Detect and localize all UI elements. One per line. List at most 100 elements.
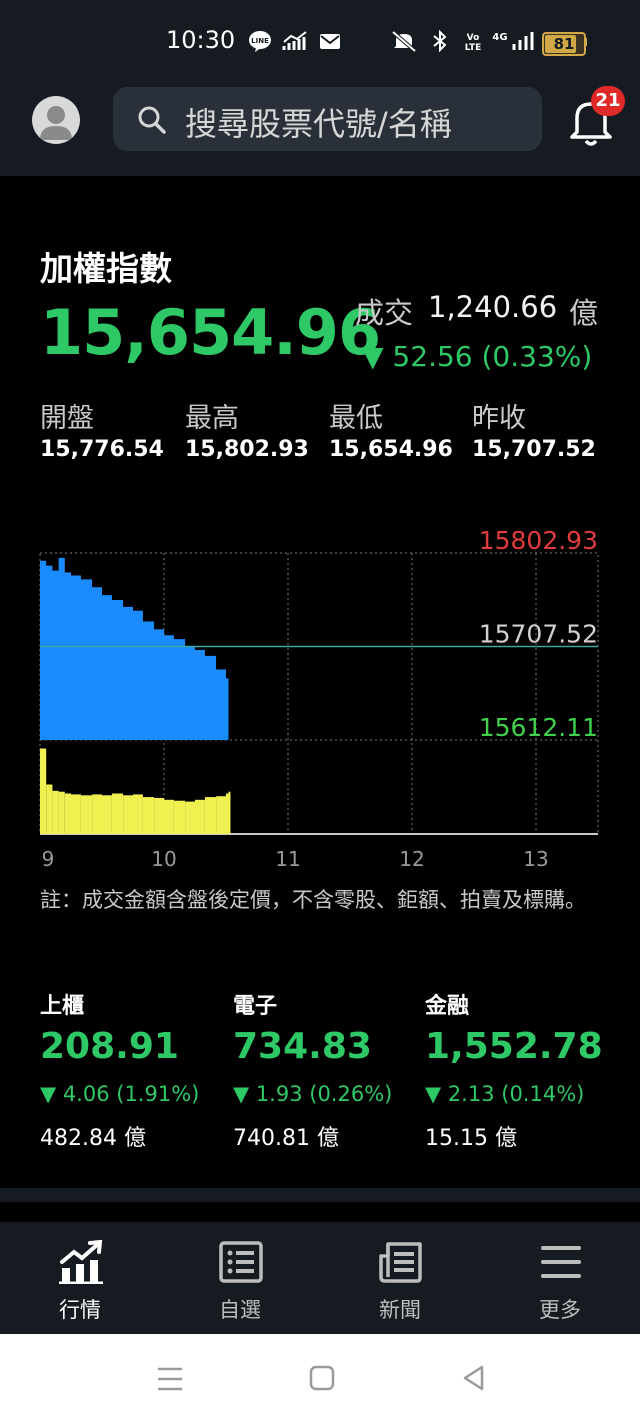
y-label-reference: 15707.52: [479, 620, 598, 649]
x-tick-label: 12: [399, 847, 424, 871]
mail-icon: [320, 34, 340, 49]
sub-index-name: 金融: [425, 994, 470, 1019]
high-label: 最高: [185, 403, 239, 434]
sub-index-name: 電子: [233, 994, 278, 1019]
volume-bar: [92, 794, 102, 834]
nav-tab-market[interactable]: 行情: [0, 1222, 160, 1334]
news-icon: [379, 1242, 422, 1283]
status-time: 10:30: [166, 26, 236, 54]
menu-icon: [541, 1246, 581, 1278]
volume-bar: [133, 794, 143, 834]
battery-percent: 81: [553, 35, 575, 53]
volume-bar: [142, 797, 155, 834]
volume-bar: [71, 794, 81, 834]
volume-bar: [216, 796, 226, 834]
volume-bar: [52, 790, 59, 834]
volume-bar: [58, 791, 65, 834]
status-bar: 10:30 LINE Vo LTE 4G 81: [0, 0, 640, 84]
x-tick-label: 13: [523, 847, 548, 871]
volume-bar: [64, 793, 71, 834]
sub-index-price: 1,552.78: [425, 1026, 603, 1067]
volume-bar: [80, 795, 93, 834]
nav-label-news: 新聞: [379, 1298, 421, 1322]
sub-index-volume: 740.81 億: [233, 1126, 339, 1151]
y-label-high: 15802.93: [479, 526, 598, 555]
mute-icon: [391, 30, 417, 52]
prev-close-label: 昨收: [472, 403, 526, 434]
market-chart-icon: [59, 1240, 103, 1284]
nav-label-market: 行情: [59, 1298, 101, 1322]
avatar-person-icon: [40, 106, 72, 140]
sub-index-volume: 15.15 億: [425, 1126, 517, 1151]
volume-bar: [228, 791, 231, 834]
volume-bar: [46, 784, 53, 834]
open-label: 開盤: [40, 403, 94, 434]
volume-unit: 億: [569, 296, 599, 330]
volume-bars: [40, 748, 231, 834]
app-header: 搜尋股票代號/名稱 21: [0, 84, 640, 176]
volume-value: 1,240.66: [428, 290, 558, 324]
volume-bar: [111, 793, 124, 834]
prev-close-value: 15,707.52: [472, 437, 596, 462]
low-value: 15,654.96: [329, 437, 453, 462]
sub-index-name: 上櫃: [40, 994, 85, 1019]
volume-bar: [102, 795, 112, 834]
volume-bar: [226, 793, 229, 834]
nav-tab-watchlist[interactable]: 自選: [160, 1222, 320, 1334]
svg-text:LTE: LTE: [465, 43, 482, 52]
x-tick-label: 9: [42, 847, 55, 871]
bottom-navigation: 行情 自選 新聞 更多: [0, 1222, 640, 1334]
sub-index-volume: 482.84 億: [40, 1126, 146, 1151]
nav-tab-more[interactable]: 更多: [480, 1222, 640, 1334]
x-tick-label: 10: [151, 847, 176, 871]
index-change: ▼ 52.56 (0.33%): [362, 340, 593, 373]
back-icon[interactable]: [460, 1364, 488, 1392]
line-icon: LINE: [249, 31, 271, 52]
search-icon: [138, 106, 166, 134]
signal-graph-icon: [282, 31, 307, 50]
y-label-low: 15612.11: [479, 713, 598, 742]
x-tick-label: 11: [275, 847, 300, 871]
sub-index-change: ▼ 2.13 (0.14%): [425, 1082, 585, 1106]
nav-label-more: 更多: [539, 1298, 581, 1322]
nav-tab-news[interactable]: 新聞: [320, 1222, 480, 1334]
volume-bar: [40, 748, 47, 834]
search-placeholder: 搜尋股票代號/名稱: [185, 105, 452, 143]
volume-bar: [204, 797, 217, 834]
svg-text:Vo: Vo: [467, 33, 480, 43]
notification-badge: 21: [591, 86, 625, 116]
volume-bar: [123, 795, 133, 834]
sub-index-price: 734.83: [233, 1026, 372, 1067]
sub-index-price: 208.91: [40, 1026, 179, 1067]
avatar[interactable]: [32, 96, 80, 144]
open-value: 15,776.54: [40, 437, 164, 462]
high-value: 15,802.93: [185, 437, 309, 462]
volume-bar: [154, 798, 164, 834]
volte-icon: Vo LTE: [465, 33, 482, 52]
network-type-label: 4G: [492, 32, 507, 43]
battery-icon: 81: [542, 32, 586, 56]
recent-apps-icon[interactable]: [155, 1364, 185, 1394]
sub-index-change: ▼ 4.06 (1.91%): [40, 1082, 200, 1106]
volume-bar: [185, 801, 195, 834]
volume-footnote: 註：成交金額含盤後定價，不含零股、鉅額、拍賣及標購。: [40, 888, 586, 912]
section-divider: [0, 1188, 640, 1202]
search-input[interactable]: 搜尋股票代號/名稱: [113, 87, 542, 151]
volume-bar: [164, 799, 174, 834]
cell-signal-icon: 4G: [492, 32, 534, 50]
volume-label: 成交: [355, 296, 414, 330]
watchlist-icon: [219, 1241, 263, 1283]
low-label: 最低: [329, 403, 383, 434]
bluetooth-icon: [433, 30, 447, 52]
home-icon[interactable]: [308, 1364, 336, 1392]
nav-label-watchlist: 自選: [219, 1298, 261, 1322]
price-area: [40, 557, 229, 740]
svg-text:LINE: LINE: [251, 37, 269, 45]
index-title: 加權指數: [40, 249, 172, 288]
volume-bar: [173, 800, 186, 834]
sub-index-change: ▼ 1.93 (0.26%): [233, 1082, 393, 1106]
volume-bar: [195, 799, 205, 834]
x-axis-ticks: 9 10 11 12 13: [42, 847, 549, 871]
system-navigation-bar: [0, 1334, 640, 1422]
intraday-chart[interactable]: 15802.93 15707.52 15612.11 9 10 11 12 13: [0, 520, 640, 880]
